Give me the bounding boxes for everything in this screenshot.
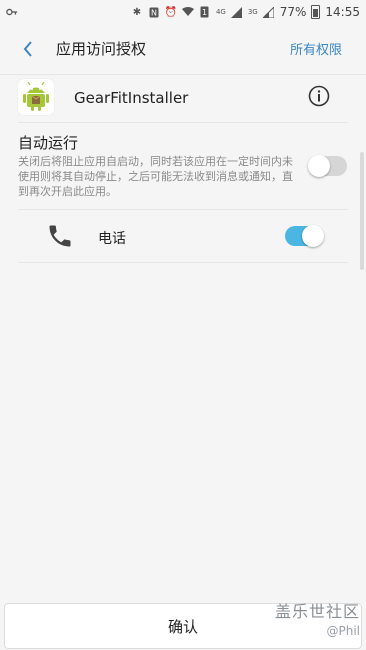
sim-icon: 1	[199, 6, 211, 18]
info-icon	[308, 85, 330, 107]
toggle-knob	[302, 225, 324, 247]
alarm-icon: ⏰	[164, 6, 178, 18]
chevron-left-icon	[23, 41, 32, 57]
permission-row-phone[interactable]: 电话	[0, 212, 366, 262]
phone-permission-toggle[interactable]	[285, 225, 324, 247]
nfc-icon: N	[148, 6, 160, 18]
permission-label: 电话	[98, 231, 126, 247]
autorun-description: 关闭后将阻止应用自启动，同时若该应用在一定时间内未使用则将其自动停止，之后可能无…	[18, 155, 293, 198]
status-bar: ✱ N ⏰ 1 4G 3G 77% 14:55	[0, 0, 366, 24]
watermark-line2: @Phil	[326, 624, 360, 638]
page-title: 应用访问授权	[56, 40, 147, 58]
watermark-line1: 盖乐世社区	[274, 602, 360, 621]
app-bar: 应用访问授权 所有权限	[0, 24, 366, 74]
clock: 14:55	[325, 5, 360, 19]
android-app-icon	[18, 79, 54, 115]
svg-text:1: 1	[202, 8, 207, 17]
wifi-icon	[181, 6, 194, 18]
battery-percent: 77%	[279, 5, 307, 19]
phone-icon	[46, 222, 74, 250]
divider	[18, 262, 348, 263]
signal-icon	[263, 6, 275, 18]
back-button[interactable]	[16, 37, 40, 61]
watermark: 盖乐世社区 @Phil	[275, 598, 360, 638]
bluetooth-icon: ✱	[132, 6, 142, 18]
battery-icon	[311, 5, 321, 19]
signal-icon	[231, 6, 243, 18]
svg-text:N: N	[151, 8, 157, 17]
app-row: GearFitInstaller	[0, 75, 366, 121]
key-icon	[6, 6, 18, 18]
autorun-title: 自动运行	[18, 134, 79, 152]
network-4g-label: 4G	[215, 8, 226, 16]
autorun-toggle[interactable]	[308, 155, 347, 177]
toggle-knob	[308, 155, 330, 177]
divider	[18, 209, 348, 210]
info-button[interactable]	[308, 85, 330, 107]
scrollbar[interactable]	[360, 152, 364, 270]
divider	[18, 122, 348, 123]
network-3g-label: 3G	[247, 8, 258, 16]
all-permissions-link[interactable]: 所有权限	[290, 39, 342, 58]
app-name: GearFitInstaller	[74, 89, 189, 107]
